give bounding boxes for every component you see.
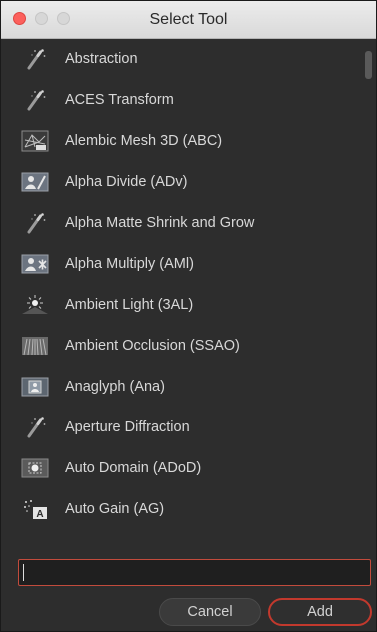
ambient-light-icon [20, 294, 50, 316]
search-input[interactable] [18, 559, 371, 586]
mesh-3d-icon [20, 130, 50, 152]
tool-label: ACES Transform [65, 92, 174, 109]
tool-label: Alembic Mesh 3D (ABC) [65, 133, 223, 150]
tool-label: Alpha Matte Shrink and Grow [65, 215, 255, 231]
tool-label: Alpha Multiply (AMl) [65, 255, 194, 272]
tool-list-item[interactable]: Anaglyph (Ana) [9, 366, 365, 407]
tool-list-item[interactable]: Alpha Divide (ADv) [9, 162, 365, 203]
tool-label: Aperture Diffraction [65, 419, 190, 436]
magic-wand-icon [20, 416, 50, 438]
cancel-button[interactable]: Cancel [159, 598, 261, 626]
alpha-multiply-icon [20, 253, 50, 275]
tool-label: Auto Domain (ADoD) [65, 460, 202, 477]
auto-gain-icon: A [20, 498, 50, 520]
magic-wand-icon [20, 89, 50, 111]
tool-label: Ambient Occlusion (SSAO) [65, 337, 240, 354]
select-tool-dialog: Select Tool Abstraction ACES Transform Ale… [0, 0, 377, 632]
tool-list-item[interactable]: Auto Domain (ADoD) [9, 448, 365, 489]
tool-list-item[interactable]: Alpha Multiply (AMl) [9, 243, 365, 284]
auto-domain-icon [20, 457, 50, 479]
tool-list[interactable]: Abstraction ACES Transform Alembic Mesh 3D… [9, 39, 365, 551]
tool-list-item[interactable]: Ambient Light (3AL) [9, 284, 365, 325]
tool-list-item[interactable]: Ambient Occlusion (SSAO) [9, 325, 365, 366]
magic-wand-icon [20, 48, 50, 70]
alpha-divide-icon [20, 171, 50, 193]
anaglyph-icon [20, 376, 50, 398]
tool-label: Abstraction [65, 51, 138, 68]
magic-wand-icon [20, 212, 50, 234]
tool-list-item[interactable]: Alpha Matte Shrink and Grow [9, 203, 365, 244]
window-title: Select Tool [149, 11, 228, 28]
tool-list-item[interactable]: ACES Transform [9, 80, 365, 121]
svg-text:A: A [36, 509, 43, 520]
tool-list-item[interactable]: Alembic Mesh 3D (ABC) [9, 121, 365, 162]
tool-label: Alpha Divide (ADv) [65, 174, 188, 191]
ambient-occlusion-icon [20, 335, 50, 357]
tool-list-item[interactable]: Abstraction [9, 39, 365, 80]
tool-label: Ambient Light (3AL) [65, 296, 194, 313]
tool-list-item[interactable]: Aperture Diffraction [9, 407, 365, 448]
tool-list-item[interactable]: A Auto Gain (AG) [9, 489, 365, 530]
title-bar: Select Tool [1, 1, 376, 39]
scrollbar-thumb[interactable] [365, 51, 372, 79]
tool-label: Anaglyph (Ana) [65, 378, 165, 395]
add-button[interactable]: Add [268, 598, 372, 626]
tool-label: Auto Gain (AG) [65, 501, 165, 518]
text-cursor [23, 564, 24, 581]
